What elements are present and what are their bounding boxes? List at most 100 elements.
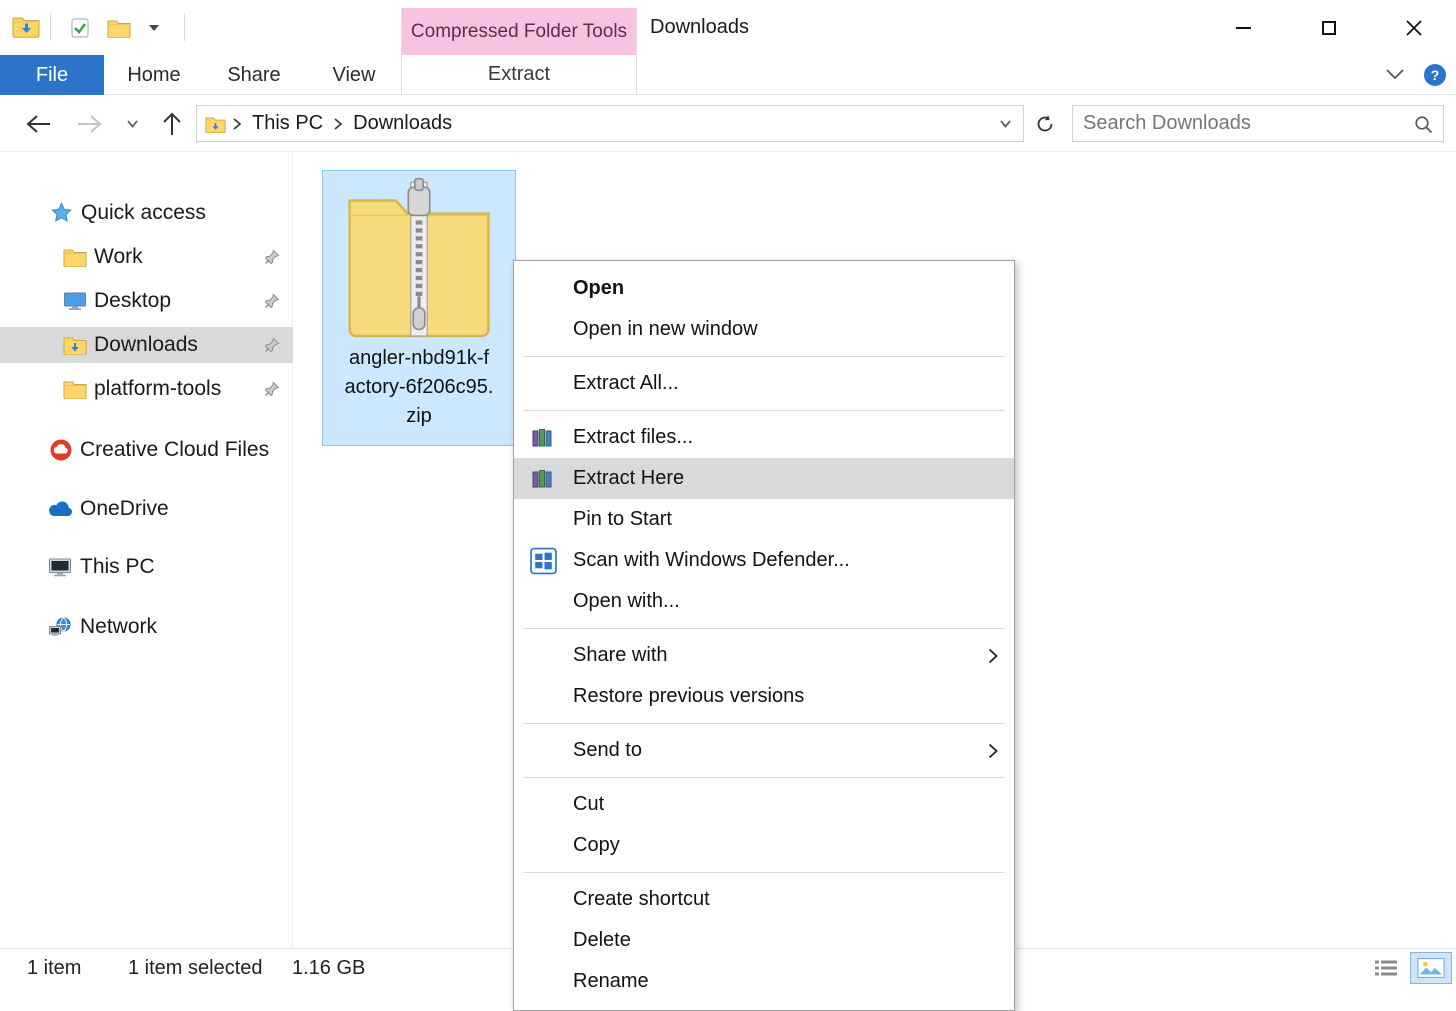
chevron-down-icon [127, 120, 138, 128]
menu-separator [523, 410, 1005, 411]
submenu-arrow-icon [988, 743, 998, 759]
menu-item-pin-to-start[interactable]: Pin to Start [514, 499, 1014, 540]
menu-item-open[interactable]: Open [514, 268, 1014, 309]
pin-icon [264, 381, 280, 397]
tab-file[interactable]: File [0, 55, 104, 95]
sidebar-item-label: OneDrive [80, 497, 169, 521]
details-view-button[interactable] [1368, 952, 1404, 984]
tab-home[interactable]: Home [104, 55, 204, 95]
submenu-arrow-icon [988, 648, 998, 664]
menu-item-restore-previous-versions[interactable]: Restore previous versions [514, 676, 1014, 717]
tab-label: Home [127, 64, 180, 87]
sidebar-item-label: This PC [80, 555, 155, 579]
details-view-icon [1374, 959, 1398, 977]
maximize-icon [1322, 21, 1336, 35]
menu-item-label: Send to [573, 739, 642, 762]
menu-item-open-with[interactable]: Open with... [514, 581, 1014, 622]
ribbon-tab-row: File Home Share View ? [0, 55, 1456, 95]
large-icons-view-button[interactable] [1410, 952, 1452, 984]
search-input[interactable] [1073, 106, 1443, 141]
address-dropdown-button[interactable] [1000, 120, 1015, 128]
recent-locations-button[interactable] [120, 95, 144, 152]
sidebar-item-platform-tools[interactable]: platform-tools [0, 371, 293, 407]
menu-item-rename[interactable]: Rename [514, 961, 1014, 1002]
up-button[interactable] [154, 95, 190, 152]
location-folder-icon [205, 115, 226, 133]
sidebar-item-network[interactable]: Network [0, 609, 293, 645]
sidebar-item-downloads[interactable]: Downloads [0, 327, 293, 363]
tab-share[interactable]: Share [204, 55, 304, 95]
menu-item-label: Delete [573, 929, 631, 952]
navigation-pane: Quick access Work Desktop Downloads p [0, 152, 293, 948]
menu-separator [523, 356, 1005, 357]
menu-separator [523, 723, 1005, 724]
windows-defender-icon [530, 547, 557, 574]
ribbon-collapse-button[interactable] [1386, 69, 1404, 79]
menu-item-copy[interactable]: Copy [514, 825, 1014, 866]
address-bar[interactable]: This PC Downloads [196, 105, 1024, 142]
menu-item-label: Open with... [573, 590, 680, 613]
ribbon-tabs: Home Share View [104, 55, 404, 95]
breadcrumb-this-pc[interactable]: This PC [248, 112, 327, 135]
sidebar-item-label: platform-tools [94, 377, 221, 401]
menu-item-label: Rename [573, 970, 649, 993]
sidebar-item-label: Downloads [94, 333, 198, 357]
selection-summary: 1 item selected [128, 949, 263, 987]
help-button[interactable]: ? [1424, 64, 1446, 86]
sidebar-item-label: Quick access [81, 201, 206, 225]
search-icon[interactable] [1414, 115, 1433, 134]
breadcrumb-downloads[interactable]: Downloads [349, 112, 456, 135]
contextual-tab-label: Compressed Folder Tools [411, 21, 627, 43]
computer-icon [48, 557, 72, 577]
menu-item-extract-files[interactable]: Extract files... [514, 417, 1014, 458]
file-item-zip[interactable]: angler-nbd91k-f actory-6f206c95. zip [322, 170, 516, 446]
qat-new-folder-button[interactable] [103, 14, 135, 42]
close-button[interactable] [1371, 0, 1456, 55]
menu-item-scan-with-windows-defender[interactable]: Scan with Windows Defender... [514, 540, 1014, 581]
back-button[interactable] [20, 95, 56, 152]
title-bar: Downloads [0, 0, 1456, 55]
tab-extract[interactable]: Extract [402, 55, 636, 94]
maximize-button[interactable] [1286, 0, 1371, 55]
menu-item-label: Extract All... [573, 372, 679, 395]
menu-item-create-shortcut[interactable]: Create shortcut [514, 879, 1014, 920]
sidebar-item-onedrive[interactable]: OneDrive [0, 491, 293, 527]
network-icon [48, 617, 72, 637]
menu-item-cut[interactable]: Cut [514, 784, 1014, 825]
menu-item-label: Open in new window [573, 318, 758, 341]
menu-item-share-with[interactable]: Share with [514, 635, 1014, 676]
tab-view[interactable]: View [304, 55, 404, 95]
refresh-button[interactable] [1028, 105, 1062, 142]
zip-folder-icon [343, 176, 495, 344]
minimize-button[interactable] [1201, 0, 1286, 55]
menu-item-label: Cut [573, 793, 604, 816]
menu-item-open-in-new-window[interactable]: Open in new window [514, 309, 1014, 350]
tab-label: Share [227, 64, 280, 87]
sidebar-item-desktop[interactable]: Desktop [0, 283, 293, 319]
menu-item-send-to[interactable]: Send to [514, 730, 1014, 771]
sidebar-item-work[interactable]: Work [0, 239, 293, 275]
arrow-up-icon [161, 111, 183, 137]
menu-item-extract-all[interactable]: Extract All... [514, 363, 1014, 404]
menu-separator [523, 628, 1005, 629]
forward-button[interactable] [72, 95, 108, 152]
downloads-folder-icon [63, 335, 87, 355]
qat-customize-button[interactable] [144, 14, 164, 42]
toolbar-separator [50, 13, 51, 41]
window-controls [1201, 0, 1456, 55]
sidebar-item-quick-access[interactable]: Quick access [0, 195, 293, 231]
pin-icon [264, 293, 280, 309]
file-name-line: zip [323, 402, 515, 431]
minimize-icon [1236, 27, 1251, 29]
sidebar-item-creative-cloud-files[interactable]: Creative Cloud Files [0, 432, 293, 468]
sidebar-item-this-pc[interactable]: This PC [0, 549, 293, 585]
qat-properties-button[interactable] [64, 14, 96, 42]
menu-item-label: Extract Here [573, 467, 684, 490]
menu-item-label: Scan with Windows Defender... [573, 549, 850, 572]
menu-item-label: Pin to Start [573, 508, 672, 531]
contextual-tab-header[interactable]: Compressed Folder Tools [402, 8, 636, 55]
menu-item-label: Open [573, 277, 624, 300]
menu-item-extract-here[interactable]: Extract Here [514, 458, 1014, 499]
menu-item-delete[interactable]: Delete [514, 920, 1014, 961]
file-name: angler-nbd91k-f actory-6f206c95. zip [323, 344, 515, 431]
